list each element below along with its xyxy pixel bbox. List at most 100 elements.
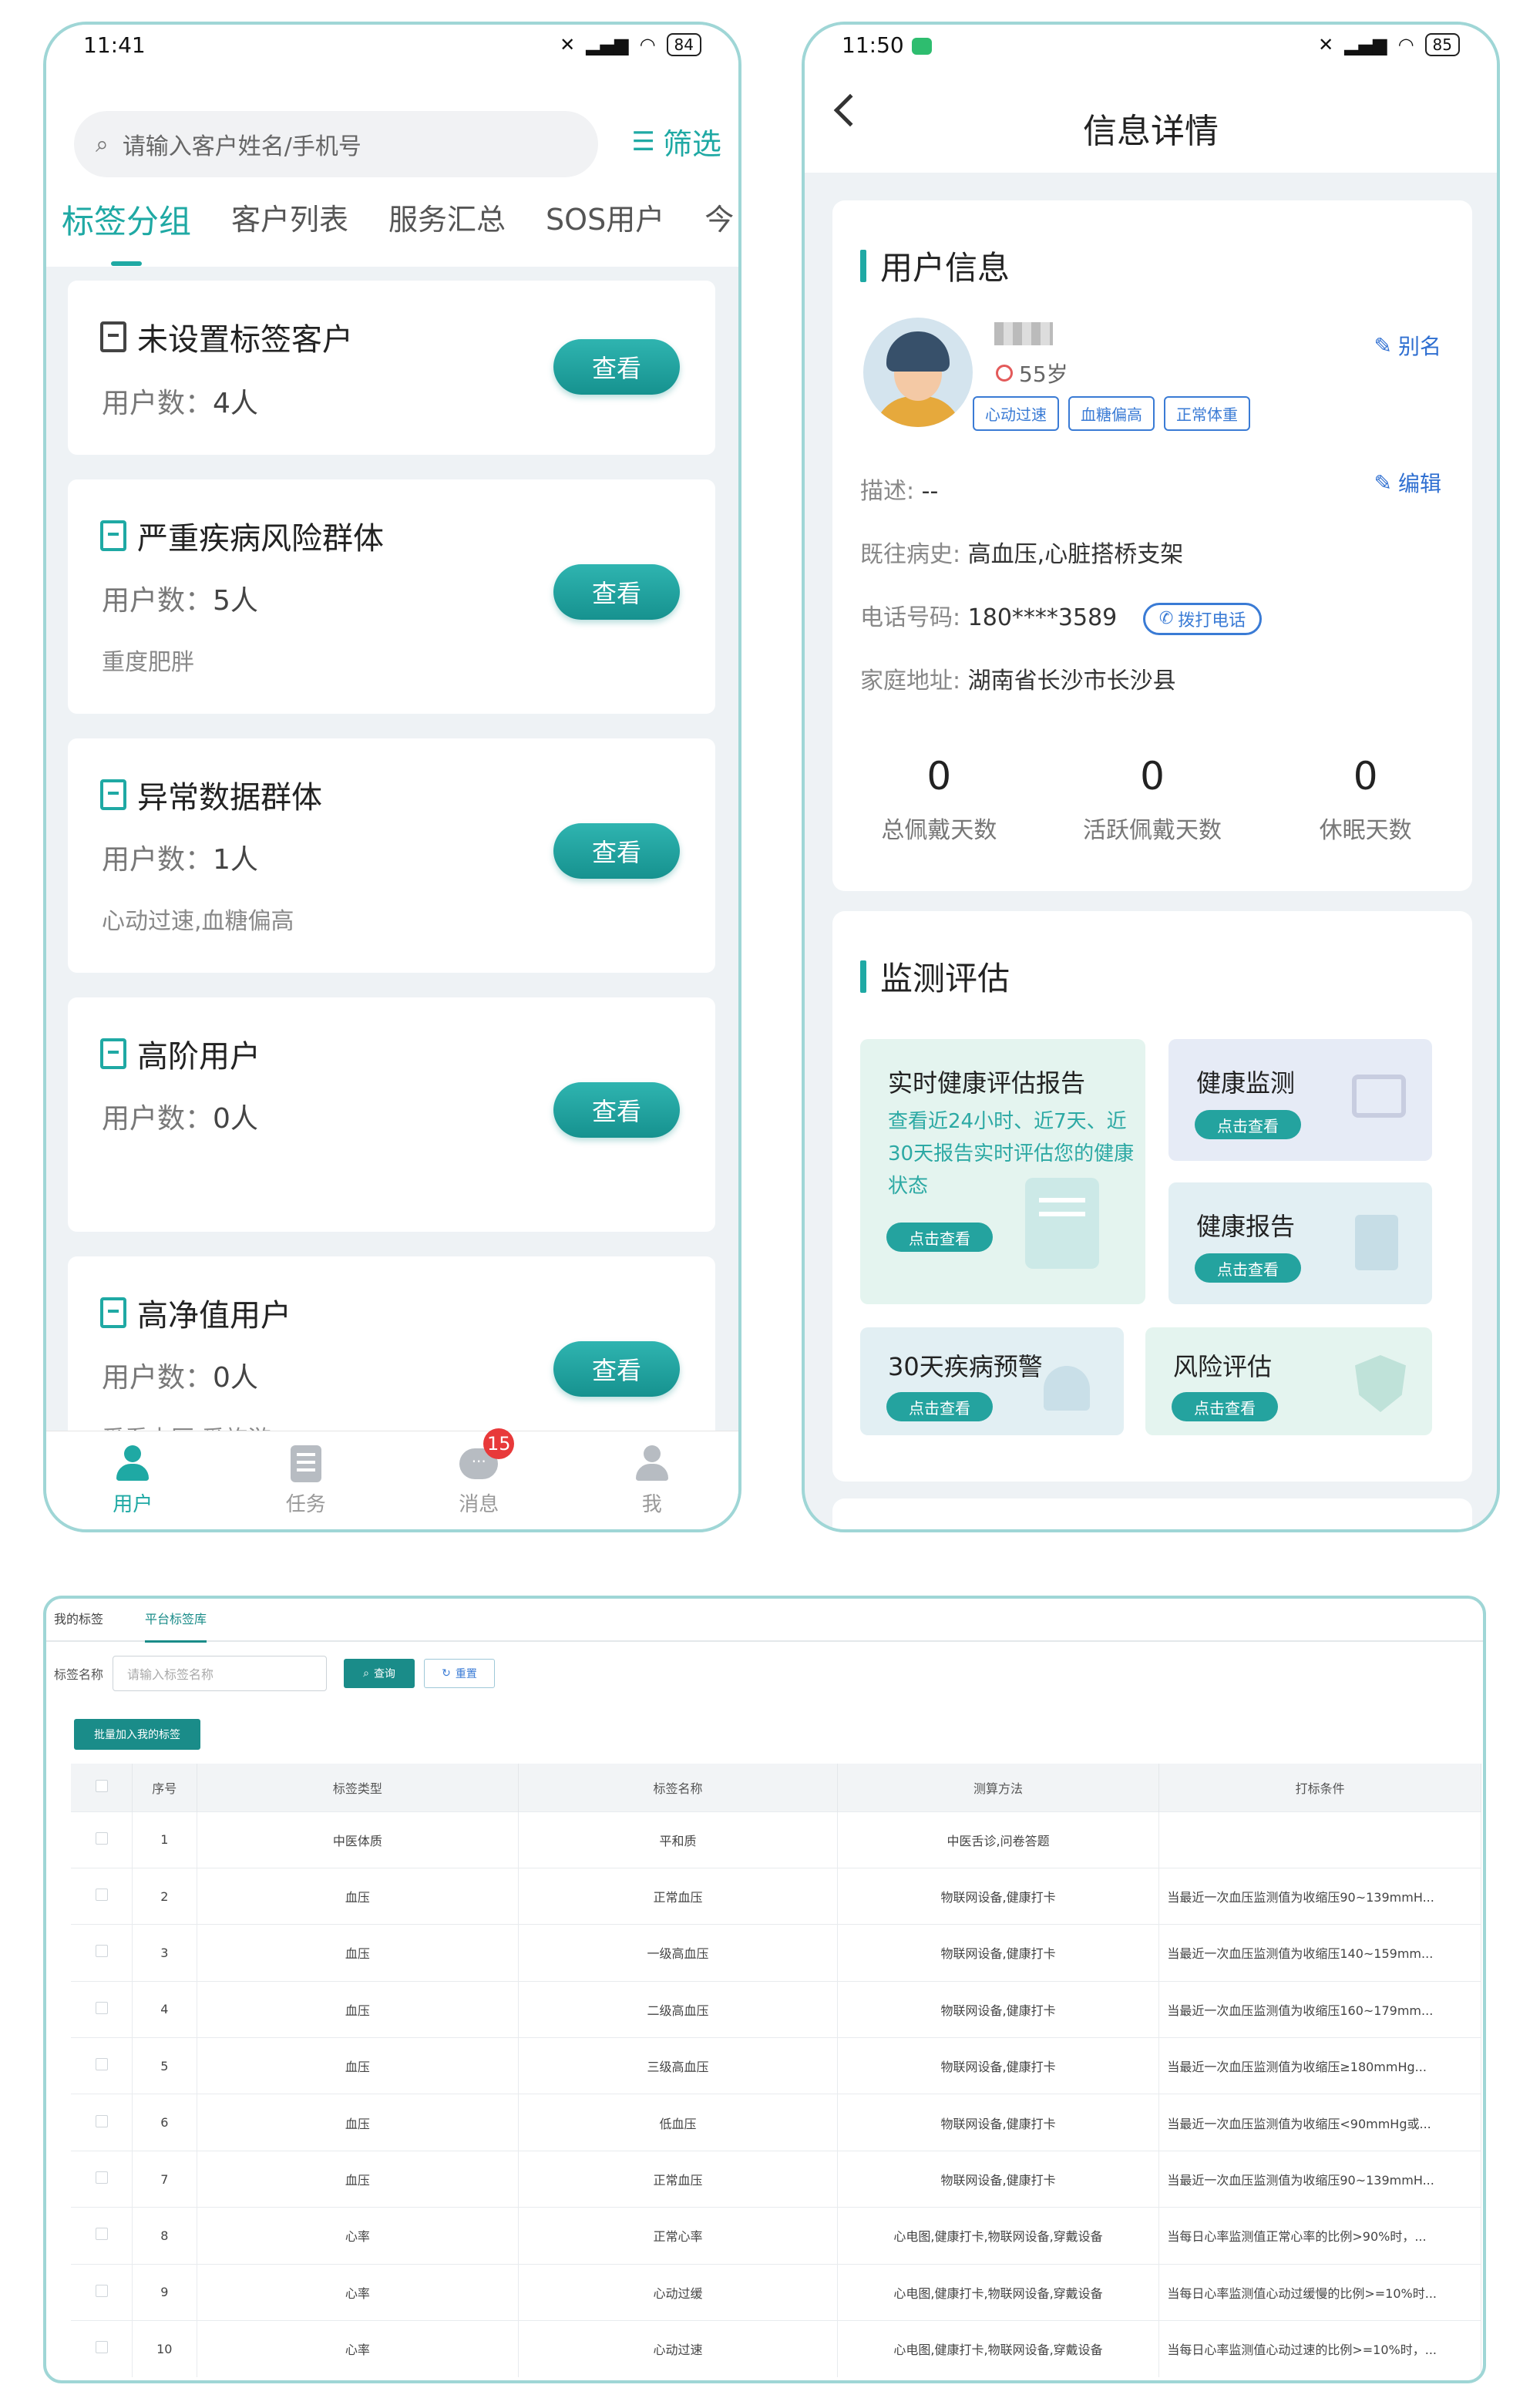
- heading-accent-bar: [860, 960, 866, 993]
- row-checkbox[interactable]: [71, 1924, 133, 1982]
- row-checkbox[interactable]: [71, 1811, 133, 1868]
- row-index: 1: [132, 1811, 197, 1868]
- user-count-label: 用户数：: [102, 1362, 214, 1394]
- tab-platform-tags[interactable]: 平台标签库: [145, 1599, 207, 1643]
- alias-button[interactable]: ✎ 别名: [1374, 330, 1441, 361]
- row-checkbox[interactable]: [71, 2207, 133, 2265]
- tag-name-cell: 三级高血压: [518, 2037, 838, 2094]
- tab-my-tags[interactable]: 我的标签: [54, 1599, 103, 1641]
- disease-warning-tile[interactable]: 30天疾病预警 点击查看: [860, 1327, 1124, 1435]
- description-row: 描述: --: [860, 472, 938, 506]
- row-checkbox[interactable]: [71, 1867, 133, 1925]
- tag-group-card: 异常数据群体 用户数：1人 心动过速,血糖偏高 查看: [68, 738, 715, 973]
- view-button[interactable]: 查看: [553, 1341, 680, 1397]
- view-button[interactable]: 查看: [553, 823, 680, 879]
- user-info-title: 用户信息: [880, 249, 1010, 287]
- tab-bar: 标签分组 客户列表 服务汇总 SOS用户 今: [62, 196, 734, 266]
- nav-me[interactable]: 我: [606, 1444, 698, 1517]
- tile-view-button[interactable]: 点击查看: [886, 1223, 993, 1252]
- medical-history-row: 既往病史: 高血压,心脏搭桥支架: [860, 535, 1183, 569]
- realtime-report-tile[interactable]: 实时健康评估报告 查看近24小时、近7天、近30天报告实时评估您的健康状态 点击…: [860, 1039, 1145, 1304]
- health-monitor-tile[interactable]: 健康监测 点击查看: [1168, 1039, 1432, 1161]
- document-icon: [100, 779, 126, 810]
- tile-title: 实时健康评估报告: [888, 1068, 1086, 1098]
- document-icon: [100, 321, 126, 352]
- row-checkbox[interactable]: [71, 2037, 133, 2094]
- tab-tag-group[interactable]: 标签分组: [62, 196, 191, 266]
- tag-group-name: 未设置标签客户: [137, 322, 353, 358]
- tile-view-button[interactable]: 点击查看: [1172, 1392, 1278, 1421]
- tab-today[interactable]: 今: [704, 196, 734, 243]
- avatar: [863, 318, 973, 427]
- row-checkbox[interactable]: [71, 2320, 133, 2377]
- platform-tag-library-panel: 我的标签 平台标签库 标签名称 请输入标签名称 ⌕ 查询 ↻ 重置 批量加入我的标签…: [43, 1596, 1486, 2383]
- tag-group-name: 高阶用户: [137, 1039, 261, 1075]
- signal-icon: ▂▄▆: [1344, 34, 1387, 55]
- tag-group-title: 未设置标签客户: [100, 314, 353, 359]
- tile-view-button[interactable]: 点击查看: [886, 1392, 993, 1421]
- nav-message[interactable]: ··· 15 消息: [432, 1428, 525, 1517]
- query-button[interactable]: ⌕ 查询: [344, 1659, 415, 1688]
- tag-type-cell: 心率: [197, 2263, 519, 2321]
- calc-method-cell: 物联网设备,健康打卡: [837, 1924, 1160, 1982]
- condition-cell: 当最近一次血压监测值为收缩压90~139mmH...: [1158, 1867, 1481, 1925]
- calc-method-cell: 物联网设备,健康打卡: [837, 2094, 1160, 2151]
- nav-task[interactable]: 任务: [260, 1444, 352, 1517]
- status-bar: 11:41 ✕ ▂▄▆ ◠ 84: [46, 25, 738, 65]
- health-report-tile[interactable]: 健康报告 点击查看: [1168, 1182, 1432, 1304]
- tag-group-card: 未设置标签客户 用户数：4人 查看: [68, 281, 715, 455]
- tab-sos-users[interactable]: SOS用户: [546, 196, 664, 243]
- table-row: 4 血压 二级高血压 物联网设备,健康打卡 当最近一次血压监测值为收缩压160~179m…: [71, 1980, 1481, 2038]
- row-checkbox[interactable]: [71, 2094, 133, 2151]
- nav-user[interactable]: 用户: [86, 1444, 179, 1517]
- tab-service-summary[interactable]: 服务汇总: [388, 196, 506, 243]
- column-header: 测算方法: [837, 1764, 1160, 1811]
- phone-icon: ✆: [1158, 609, 1174, 628]
- condition-cell: 当最近一次血压监测值为收缩压≥180mmHg...: [1158, 2037, 1481, 2094]
- siren-icon: [1044, 1366, 1090, 1411]
- tile-view-button[interactable]: 点击查看: [1195, 1253, 1301, 1283]
- row-checkbox[interactable]: [71, 1980, 133, 2038]
- edit-button[interactable]: ✎ 编辑: [1374, 467, 1441, 498]
- row-index: 5: [132, 2037, 197, 2094]
- search-input[interactable]: ⌕ 请输入客户姓名/手机号: [74, 111, 598, 177]
- tab-customer-list[interactable]: 客户列表: [231, 196, 348, 243]
- task-icon: [286, 1444, 326, 1484]
- monitor-assessment-card: 监测评估 实时健康评估报告 查看近24小时、近7天、近30天报告实时评估您的健康…: [832, 911, 1472, 1482]
- stat-value: 0: [1140, 754, 1165, 799]
- tag-name-cell: 平和质: [518, 1811, 838, 1868]
- tag-type-cell: 中医体质: [197, 1811, 519, 1868]
- row-checkbox[interactable]: [71, 2263, 133, 2321]
- tag-group-card: 高阶用户 用户数：0人 查看: [68, 997, 715, 1232]
- view-button[interactable]: 查看: [553, 1082, 680, 1138]
- risk-assessment-tile[interactable]: 风险评估 点击查看: [1145, 1327, 1432, 1435]
- filter-row: 标签名称 请输入标签名称 ⌕ 查询 ↻ 重置: [54, 1656, 496, 1691]
- view-button[interactable]: 查看: [553, 339, 680, 395]
- filter-button[interactable]: ☰ 筛选: [632, 120, 722, 163]
- row-index: 10: [132, 2320, 197, 2377]
- monitor-heading: 监测评估: [860, 953, 1010, 1000]
- select-all-checkbox[interactable]: [71, 1764, 133, 1811]
- batch-add-button[interactable]: 批量加入我的标签: [74, 1719, 200, 1750]
- tag-name-input[interactable]: 请输入标签名称: [113, 1656, 328, 1691]
- nav-task-label: 任务: [285, 1493, 326, 1516]
- calc-method-cell: 中医舌诊,问卷答题: [837, 1811, 1160, 1868]
- filter-label: 筛选: [662, 127, 721, 161]
- nav-message-label: 消息: [459, 1493, 499, 1516]
- stat-label: 活跃佩戴天数: [1082, 817, 1222, 844]
- call-button[interactable]: ✆ 拨打电话: [1142, 602, 1263, 635]
- row-index: 9: [132, 2263, 197, 2321]
- monitor-screen-icon: [1352, 1075, 1406, 1118]
- refresh-icon: ↻: [442, 1667, 451, 1680]
- row-checkbox[interactable]: [71, 2150, 133, 2208]
- tag-group-description: 重度肥胖: [102, 649, 194, 676]
- tag-group-title: 异常数据群体: [100, 772, 322, 817]
- tile-view-button[interactable]: 点击查看: [1195, 1110, 1301, 1139]
- description-label: 描述:: [860, 478, 915, 505]
- tag-type-cell: 心率: [197, 2207, 519, 2265]
- view-button[interactable]: 查看: [553, 564, 680, 620]
- calc-method-cell: 物联网设备,健康打卡: [837, 2037, 1160, 2094]
- reset-button[interactable]: ↻ 重置: [424, 1659, 496, 1688]
- health-tag-chip: 心动过速: [973, 396, 1059, 431]
- calc-method-cell: 心电图,健康打卡,物联网设备,穿戴设备: [837, 2320, 1160, 2377]
